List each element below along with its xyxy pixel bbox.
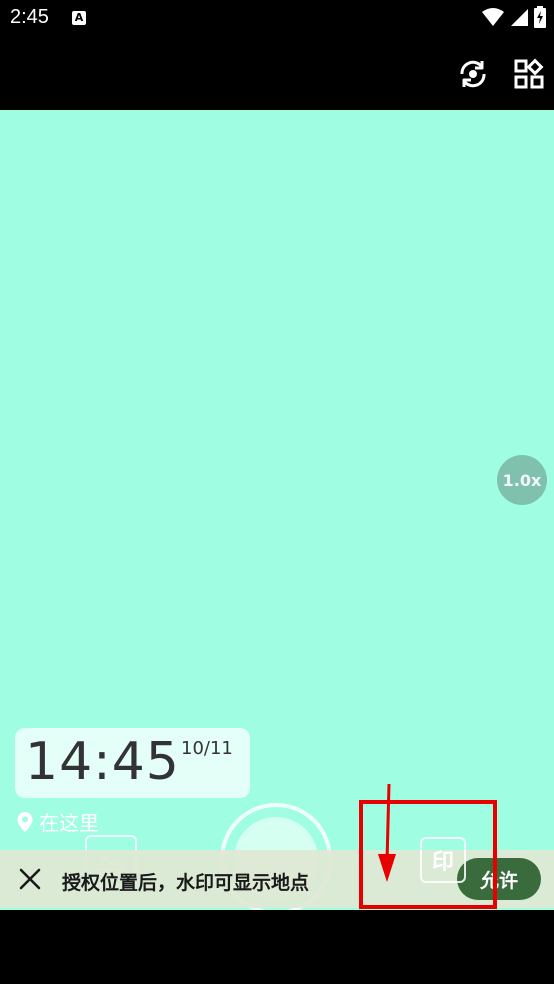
permission-message: 授权位置后，水印可显示地点: [62, 872, 310, 894]
camera-top-bar: [0, 38, 554, 110]
annotation-highlight-box: [359, 800, 497, 909]
zoom-level-button[interactable]: 1.0x: [497, 455, 547, 505]
bottom-bar: [0, 910, 554, 984]
location-label: 在这里: [39, 811, 99, 835]
watermark-date: 10/11: [181, 738, 233, 759]
apps-grid-icon[interactable]: [511, 56, 547, 92]
camera-viewfinder[interactable]: 1.0x 14:45 10/11 在这里 授权位置后，水印可显示地点 允许 印: [0, 110, 554, 910]
notification-a-icon: A: [72, 11, 86, 25]
status-time: 2:45: [10, 6, 49, 28]
wifi-icon: [482, 8, 504, 26]
status-bar: 2:45 A: [0, 0, 554, 38]
switch-camera-icon[interactable]: [455, 56, 491, 92]
close-icon[interactable]: [12, 861, 48, 897]
battery-charging-icon: [534, 6, 546, 28]
watermark-location: 在这里: [17, 807, 99, 836]
watermark-time-card[interactable]: 14:45 10/11: [15, 728, 250, 798]
status-icons: [482, 6, 546, 28]
signal-icon: [511, 9, 528, 26]
location-pin-icon: [17, 811, 33, 832]
watermark-time: 14:45: [25, 732, 180, 792]
